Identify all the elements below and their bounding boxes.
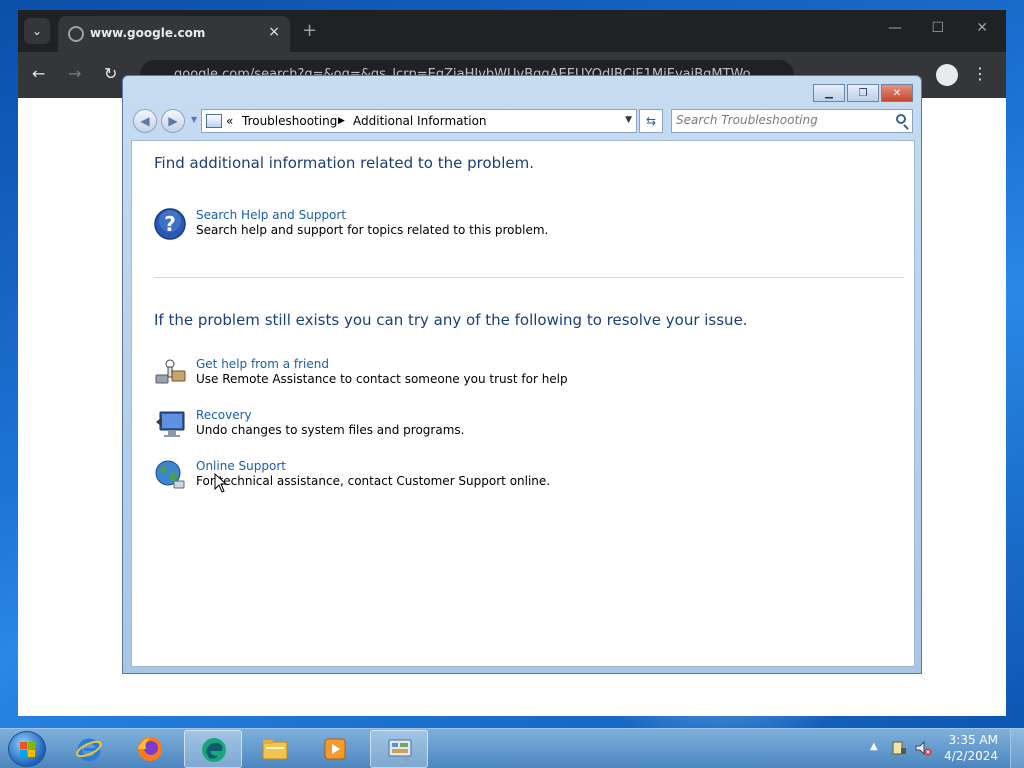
firefox-icon [138,737,162,761]
minimize-button[interactable]: ▁ [813,84,845,102]
maximize-button[interactable]: ❐ [847,84,879,102]
control-panel-icon [388,739,412,762]
refresh-button[interactable]: ⇆ [639,109,663,133]
breadcrumb-overflow[interactable]: « [226,114,233,128]
nav-buttons: ◀ ▶ ▼ [133,109,197,133]
breadcrumb-troubleshooting[interactable]: Troubleshooting [242,114,337,128]
search-help-link[interactable]: Search Help and Support [196,208,346,222]
speaker-muted-icon[interactable] [914,739,932,757]
search-box[interactable] [671,109,913,133]
edge-beta-icon [202,738,226,762]
forward-icon[interactable]: → [68,64,81,83]
back-button[interactable]: ◀ [133,109,157,133]
control-panel-icon [206,114,222,128]
internet-explorer-icon [76,738,102,762]
close-icon[interactable]: ✕ [976,20,988,36]
close-button[interactable]: ✕ [881,84,913,102]
clock-date: 4/2/2024 [944,749,998,763]
tab-title: www.google.com [90,26,206,40]
remote-assistance-icon [155,359,186,384]
online-support-link[interactable]: Online Support [196,459,286,473]
forward-button[interactable]: ▶ [161,109,185,133]
mouse-cursor-icon [214,473,228,493]
maximize-icon[interactable]: ☐ [931,20,944,36]
browser-tab[interactable]: www.google.com × [58,16,290,52]
profile-icon[interactable] [936,64,958,86]
globe-icon [155,460,185,489]
svg-text:?: ? [164,212,176,236]
file-explorer-icon [262,740,288,760]
section-heading-resolve: If the problem still exists you can try … [154,311,748,329]
recent-pages-icon[interactable]: ▼ [191,115,197,124]
get-help-friend-desc: Use Remote Assistance to contact someone… [196,372,568,386]
browser-tab-bar: ⌄ www.google.com × + — ☐ ✕ [18,10,1006,52]
clock-time: 3:35 AM [948,733,998,747]
media-player-icon [324,738,346,760]
recovery-desc: Undo changes to system files and program… [196,423,465,437]
close-icon[interactable]: × [268,24,280,40]
back-icon[interactable]: ← [32,64,45,83]
get-help-friend-link[interactable]: Get help from a friend [196,357,329,371]
reload-icon[interactable]: ↻ [104,64,117,83]
section-heading-additional-info: Find additional information related to t… [154,154,534,172]
search-input[interactable] [676,113,886,127]
address-row: ◀ ▶ ▼ « Troubleshooting ▶ Additional Inf… [131,108,913,134]
breadcrumb-additional-information[interactable]: Additional Information [353,114,487,128]
recovery-icon [156,411,185,437]
action-center-icon[interactable] [890,739,908,757]
tab-search-icon[interactable]: ⌄ [24,18,50,44]
taskbar-control-panel[interactable] [370,730,428,768]
troubleshooting-window: ▁ ❐ ✕ ◀ ▶ ▼ « Troubleshooting ▶ Addition… [122,75,922,674]
online-support-desc: For technical assistance, contact Custom… [196,474,551,488]
desktop: ⌄ www.google.com × + — ☐ ✕ ← → ↻ google.… [0,0,1024,728]
menu-icon[interactable]: ⋮ [972,64,988,83]
minimize-icon[interactable]: — [888,20,902,36]
show-hidden-icons-icon[interactable]: ▲ [870,741,878,752]
taskbar-internet-explorer[interactable] [60,730,118,768]
breadcrumb[interactable]: « Troubleshooting ▶ Additional Informati… [201,109,637,133]
recovery-link[interactable]: Recovery [196,408,252,422]
content-pane: Find additional information related to t… [131,140,915,667]
clock[interactable]: 3:35 AM 4/2/2024 [944,732,998,764]
windows-logo-icon [20,742,36,758]
taskbar-media-player[interactable] [307,730,365,768]
chevron-down-icon[interactable]: ▼ [625,115,632,125]
divider [154,277,904,278]
search-help-desc: Search help and support for topics relat… [196,223,549,237]
taskbar: ▲ 3:35 AM 4/2/2024 [0,728,1024,768]
globe-icon [68,26,84,42]
new-tab-button[interactable]: + [302,20,317,41]
breadcrumb-separator-icon[interactable]: ▶ [338,116,345,126]
show-desktop-button[interactable] [1010,729,1024,768]
window-controls: ▁ ❐ ✕ [811,84,913,102]
start-button[interactable] [8,731,46,767]
taskbar-firefox[interactable] [121,730,179,768]
taskbar-file-explorer[interactable] [246,730,304,768]
taskbar-edge-beta[interactable] [184,730,242,768]
search-icon[interactable] [896,114,906,124]
help-icon: ? [154,208,186,240]
